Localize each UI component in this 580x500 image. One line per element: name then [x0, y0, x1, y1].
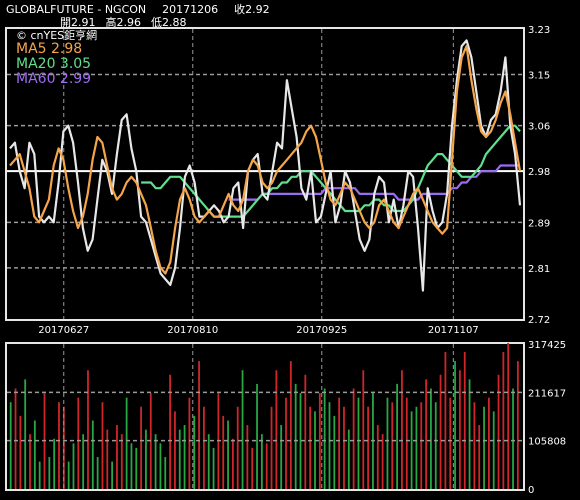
- date-tick-label: 20170925: [296, 325, 347, 336]
- date-tick-label: 20171107: [428, 325, 479, 336]
- volume-tick-label: 105808: [528, 437, 566, 448]
- price-tick-label: 2.72: [528, 315, 550, 326]
- legend-ma20: MA20 3.05: [16, 56, 92, 72]
- price-tick-label: 3.06: [528, 122, 550, 133]
- price-tick-label: 3.23: [528, 25, 550, 36]
- date-axis: 20170627 20170810 20170925 20171107: [38, 325, 478, 336]
- legend-ma60: MA60 2.99: [16, 71, 92, 87]
- date-tick-label: 20170627: [38, 325, 89, 336]
- date-tick-label: 20170810: [167, 325, 218, 336]
- volume-tick-label: 0: [528, 485, 534, 496]
- volume-bars: [9, 342, 519, 489]
- price-tick-label: 2.81: [528, 264, 550, 275]
- volume-tick-label: 317425: [528, 340, 566, 351]
- price-tick-label: 2.89: [528, 218, 550, 229]
- price-tick-label: 2.98: [528, 167, 550, 178]
- legend-ma5: MA5 2.98: [16, 41, 83, 57]
- volume-tick-label: 211617: [528, 388, 566, 399]
- volume-axis: 317425 211617 105808 0: [528, 340, 566, 496]
- price-axis: 3.23 3.15 3.06 2.98 2.89 2.81 2.72: [528, 25, 550, 326]
- chart-legend: © cnYES鉅亨網 MA5 2.98 MA20 3.05 MA60 2.99: [16, 30, 97, 87]
- price-tick-label: 3.15: [528, 70, 550, 81]
